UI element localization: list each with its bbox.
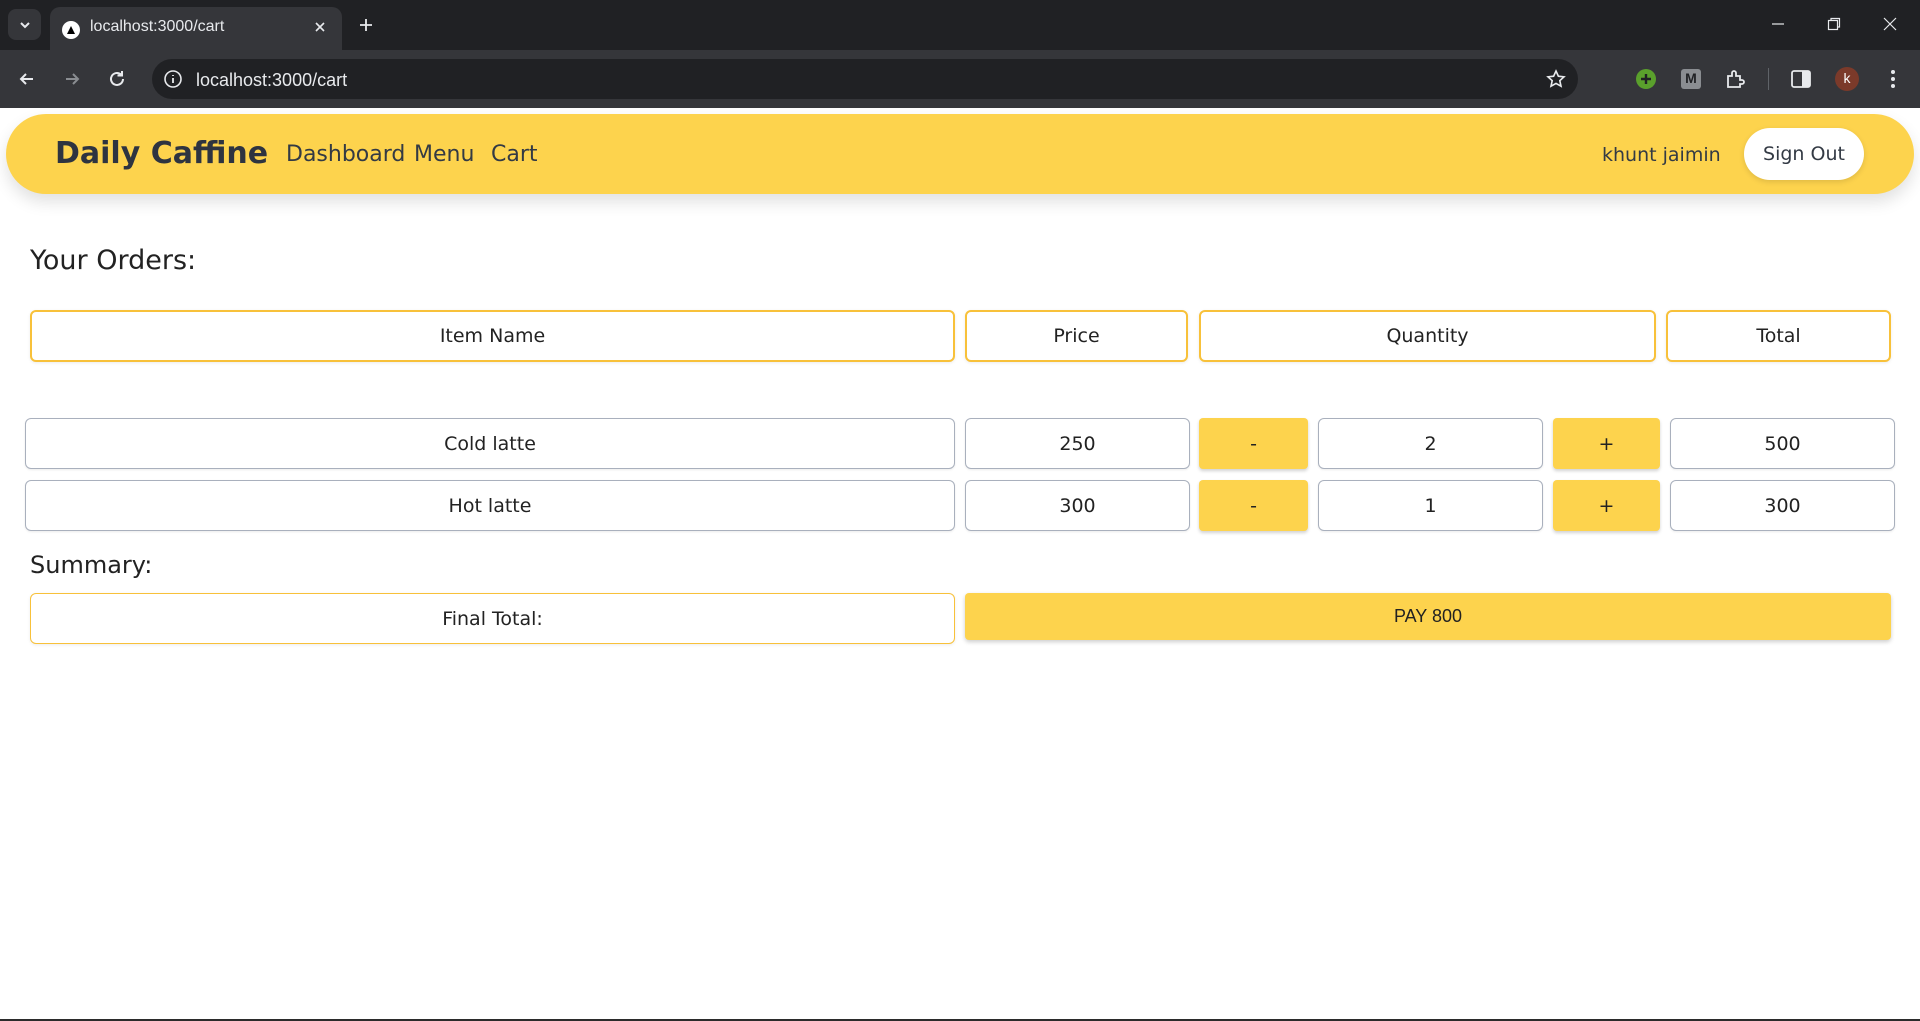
site-info-icon[interactable]: [162, 68, 184, 90]
browser-menu-icon[interactable]: [1880, 66, 1906, 92]
restore-button[interactable]: [1814, 8, 1854, 40]
bookmark-star-icon[interactable]: [1544, 67, 1568, 91]
cart-item-total: 500: [1670, 418, 1895, 469]
arrow-right-icon: [66, 73, 80, 85]
nav-link-cart[interactable]: Cart: [491, 142, 538, 167]
user-name: khunt jaimin: [1602, 144, 1721, 166]
reload-icon: [110, 71, 124, 86]
header-quantity: Quantity: [1199, 310, 1656, 362]
forward-button[interactable]: [55, 62, 89, 96]
close-window-button[interactable]: [1870, 8, 1910, 40]
app-navbar: Daily Caffine Dashboard Menu Cart khunt …: [6, 114, 1914, 194]
address-bar[interactable]: localhost:3000/cart: [152, 59, 1578, 99]
browser-tabstrip: localhost:3000/cart: [0, 0, 1920, 50]
tab-title: localhost:3000/cart: [90, 18, 225, 35]
close-icon: [1883, 17, 1897, 31]
cart-item-name: Hot latte: [25, 480, 955, 531]
tab-search-button[interactable]: [8, 9, 41, 40]
arrow-left-icon: [19, 73, 33, 85]
plus-icon: [360, 19, 372, 31]
cart-item-price: 300: [965, 480, 1190, 531]
final-total-label: Final Total:: [30, 593, 955, 644]
side-panel-icon[interactable]: [1788, 66, 1814, 92]
pay-button[interactable]: PAY 800: [965, 593, 1891, 640]
tab-close-icon[interactable]: [310, 17, 330, 37]
summary-heading: Summary:: [30, 551, 153, 579]
profile-initial: k: [1843, 70, 1851, 86]
browser-tab[interactable]: localhost:3000/cart: [50, 7, 342, 50]
cart-item-total: 300: [1670, 480, 1895, 531]
browser-toolbar: localhost:3000/cart M k: [0, 50, 1920, 108]
decrease-quantity-button[interactable]: -: [1199, 418, 1308, 469]
minimize-button[interactable]: [1758, 8, 1798, 40]
reload-button[interactable]: [100, 62, 134, 96]
header-item-name: Item Name: [30, 310, 955, 362]
extensions-puzzle-icon[interactable]: [1722, 66, 1748, 92]
minimize-icon: [1772, 23, 1784, 25]
toolbar-divider: [1768, 68, 1769, 90]
extension-m-label: M: [1685, 70, 1697, 86]
sign-out-button[interactable]: Sign Out: [1744, 128, 1864, 180]
chevron-down-icon: [19, 21, 30, 28]
cart-item-quantity: 1: [1318, 480, 1543, 531]
decrease-quantity-button[interactable]: -: [1199, 480, 1308, 531]
back-button[interactable]: [10, 62, 44, 96]
extension-m-icon[interactable]: M: [1678, 66, 1704, 92]
cart-item-quantity: 2: [1318, 418, 1543, 469]
extension-green-plus-icon[interactable]: [1633, 66, 1659, 92]
new-tab-button[interactable]: [352, 11, 380, 39]
brand-logo-text[interactable]: Daily Caffine: [55, 136, 268, 171]
nav-link-dashboard[interactable]: Dashboard: [286, 142, 405, 167]
url-text: localhost:3000/cart: [196, 70, 348, 90]
nav-link-menu[interactable]: Menu: [414, 142, 474, 167]
cart-item-name: Cold latte: [25, 418, 955, 469]
restore-icon: [1827, 17, 1841, 31]
profile-avatar[interactable]: k: [1834, 66, 1860, 92]
orders-heading: Your Orders:: [30, 245, 197, 276]
header-price: Price: [965, 310, 1188, 362]
increase-quantity-button[interactable]: +: [1553, 480, 1660, 531]
cart-item-price: 250: [965, 418, 1190, 469]
header-total: Total: [1666, 310, 1891, 362]
increase-quantity-button[interactable]: +: [1553, 418, 1660, 469]
nextjs-favicon-icon: [62, 21, 80, 39]
